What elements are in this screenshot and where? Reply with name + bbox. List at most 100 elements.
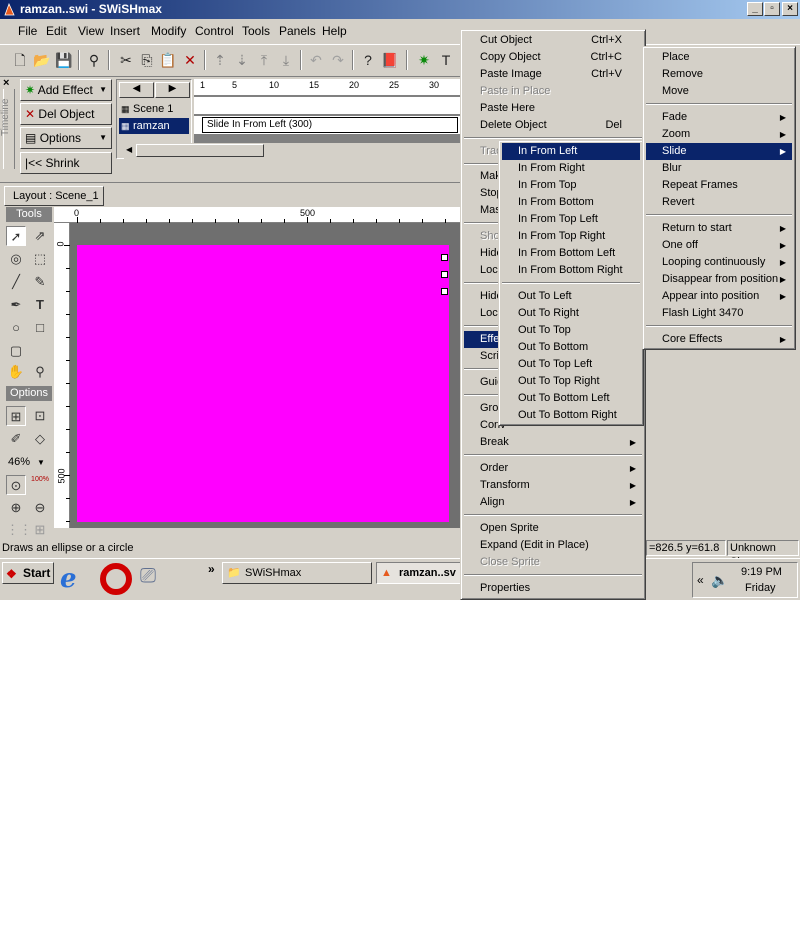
grid-option-icon[interactable]: ⋮⋮: [6, 520, 32, 540]
menu-item-appear-into-position[interactable]: Appear into position ▶: [646, 288, 792, 305]
menu-item-looping-continuously[interactable]: Looping continuously ▶: [646, 254, 792, 271]
opera-icon[interactable]: [100, 563, 132, 595]
menu-item-out-to-top-right[interactable]: Out To Top Right: [502, 373, 640, 390]
send-to-back-icon[interactable]: ⤓: [276, 50, 296, 70]
rectangle-tool-icon[interactable]: □: [30, 318, 50, 338]
menu-item-out-to-bottom-left[interactable]: Out To Bottom Left: [502, 390, 640, 407]
menu-item-close-sprite[interactable]: Close Sprite: [464, 554, 642, 571]
copy-icon[interactable]: ⎘: [137, 50, 157, 70]
menu-item-return-to-start[interactable]: Return to start ▶: [646, 220, 792, 237]
menu-item-align[interactable]: Align ▶: [464, 494, 642, 511]
menu-item-core-effects[interactable]: Core Effects ▶: [646, 331, 792, 348]
transform-icon[interactable]: ⬚: [30, 249, 50, 269]
magenta-stage[interactable]: [77, 245, 449, 522]
shrink-button[interactable]: |<< Shrink: [20, 152, 112, 174]
menu-item-in-from-right[interactable]: In From Right: [502, 160, 640, 177]
menu-item-open-sprite[interactable]: Open Sprite: [464, 520, 642, 537]
menu-item-out-to-left[interactable]: Out To Left: [502, 288, 640, 305]
timeline-frames[interactable]: 1 5 10 15 20 25 30 Slide In From Left (3…: [124, 79, 460, 159]
menu-item-in-from-top-right[interactable]: In From Top Right: [502, 228, 640, 245]
del-object-button[interactable]: ✕ Del Object: [20, 103, 112, 125]
tab-layout-scene[interactable]: Layout : Scene_1: [4, 186, 104, 206]
scene-list-item[interactable]: ▦ Scene 1: [119, 101, 189, 117]
menu-item-out-to-bottom-right[interactable]: Out To Bottom Right: [502, 407, 640, 424]
menu-item-expand-edit-in-place[interactable]: Expand (Edit in Place): [464, 537, 642, 554]
menu-item-zoom[interactable]: Zoom ▶: [646, 126, 792, 143]
effect-bar[interactable]: Slide In From Left (300): [202, 117, 458, 133]
menu-item-copy-object[interactable]: Copy Object Ctrl+C: [464, 49, 642, 66]
menu-item-order[interactable]: Order ▶: [464, 460, 642, 477]
close-button[interactable]: ×: [782, 2, 798, 16]
zoom-magnifier-icon[interactable]: ⚲: [30, 362, 50, 382]
eyedropper-icon[interactable]: ✐: [6, 429, 26, 449]
selection-handle[interactable]: [441, 271, 448, 278]
snap-grid-icon[interactable]: ⊞: [6, 406, 26, 426]
move-up-icon[interactable]: ⇡: [210, 50, 230, 70]
menu-item-move[interactable]: Move: [646, 83, 792, 100]
network-icon[interactable]: ⎚: [140, 565, 168, 593]
menu-item-paste-here[interactable]: Paste Here: [464, 100, 642, 117]
hand-pan-icon[interactable]: ✋: [6, 362, 26, 382]
menu-item-remove[interactable]: Remove: [646, 66, 792, 83]
open-folder-icon[interactable]: 📂: [32, 50, 52, 70]
menu-file[interactable]: File: [18, 24, 37, 38]
bounding-box-icon[interactable]: ◇: [30, 429, 50, 449]
menu-item-out-to-bottom[interactable]: Out To Bottom: [502, 339, 640, 356]
grid-snap-icon[interactable]: ⊞: [30, 520, 50, 540]
zoom-in-icon[interactable]: ⊕: [6, 498, 26, 518]
ellipse-tool-icon[interactable]: ○: [6, 318, 26, 338]
maximize-button[interactable]: ▫: [764, 2, 780, 16]
bring-to-front-icon[interactable]: ⤒: [254, 50, 274, 70]
object-frame-row[interactable]: Slide In From Left (300): [194, 116, 460, 134]
menu-edit[interactable]: Edit: [46, 24, 67, 38]
undo-icon[interactable]: ↶: [306, 50, 326, 70]
zoom-dropdown-icon[interactable]: ▼: [37, 458, 45, 467]
menu-item-fade[interactable]: Fade ▶: [646, 109, 792, 126]
zoom-fit-icon[interactable]: ⊙: [6, 475, 26, 495]
menu-tools[interactable]: Tools: [242, 24, 270, 38]
book-icon[interactable]: 📕: [380, 50, 400, 70]
scene-list-item[interactable]: ▦ ramzan: [119, 118, 189, 134]
timeline-hscroll[interactable]: ◀: [124, 143, 460, 159]
menu-item-transform[interactable]: Transform ▶: [464, 477, 642, 494]
paste-icon[interactable]: 📋: [158, 50, 178, 70]
scroll-thumb[interactable]: [136, 144, 264, 157]
taskbar-item-swishmax[interactable]: 📁 SWiSHmax: [222, 562, 372, 584]
menu-item-in-from-top-left[interactable]: In From Top Left: [502, 211, 640, 228]
menu-item-break[interactable]: Break ▶: [464, 434, 642, 451]
menu-item-out-to-top-left[interactable]: Out To Top Left: [502, 356, 640, 373]
options-button[interactable]: ▤ Options ▼: [20, 127, 112, 149]
menu-item-out-to-right[interactable]: Out To Right: [502, 305, 640, 322]
menu-item-repeat-frames[interactable]: Repeat Frames: [646, 177, 792, 194]
menu-item-properties[interactable]: Properties: [464, 580, 642, 597]
text-tool-icon[interactable]: T: [30, 295, 50, 315]
menu-modify[interactable]: Modify: [151, 24, 186, 38]
insert-text-icon[interactable]: T: [436, 50, 456, 70]
add-effect-button[interactable]: ✷ Add Effect ▼: [20, 79, 112, 101]
menu-item-place[interactable]: Place: [646, 49, 792, 66]
internet-explorer-icon[interactable]: e: [60, 563, 92, 595]
snap-object-icon[interactable]: ⊡: [30, 406, 50, 426]
menu-item-one-off[interactable]: One off ▶: [646, 237, 792, 254]
pencil-icon[interactable]: ✎: [30, 272, 50, 292]
zoom-100-icon[interactable]: 100%: [30, 475, 50, 495]
menu-item-in-from-left[interactable]: In From Left: [502, 143, 640, 160]
menu-item-slide[interactable]: Slide ▶: [646, 143, 792, 160]
insert-scene-icon[interactable]: ✷: [414, 50, 434, 70]
autoshape-icon[interactable]: ▢: [6, 341, 26, 361]
menu-item-cut-object[interactable]: Cut Object Ctrl+X: [464, 32, 642, 49]
pen-icon[interactable]: ✒: [6, 295, 26, 315]
menu-item-flash-light[interactable]: Flash Light 3470: [646, 305, 792, 322]
menu-item-disappear-from-position[interactable]: Disappear from position ▶: [646, 271, 792, 288]
scroll-left-icon[interactable]: ◀: [126, 145, 132, 154]
start-button[interactable]: ❖ Start: [2, 562, 54, 584]
menu-item-out-to-top[interactable]: Out To Top: [502, 322, 640, 339]
redo-icon[interactable]: ↷: [328, 50, 348, 70]
select-arrow-icon[interactable]: ➚: [6, 226, 26, 246]
quicklaunch-chevron-icon[interactable]: »: [208, 562, 215, 576]
scene-next-arrow-icon[interactable]: ▶: [155, 82, 190, 98]
zoom-level[interactable]: 46%: [8, 456, 30, 468]
new-file-icon[interactable]: 🗋: [10, 50, 30, 70]
cut-icon[interactable]: ✂: [116, 50, 136, 70]
selection-handle[interactable]: [441, 288, 448, 295]
